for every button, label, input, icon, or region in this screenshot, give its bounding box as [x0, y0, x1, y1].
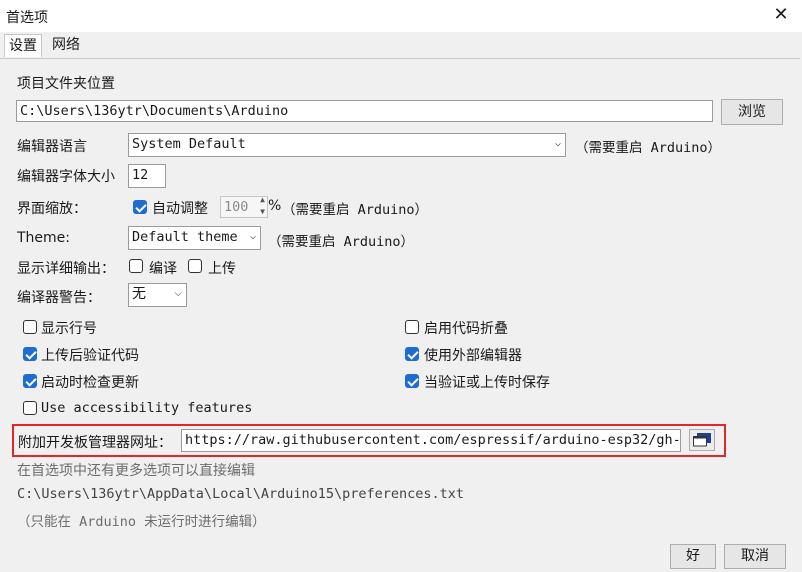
browse-button[interactable]: 浏览 [721, 99, 783, 125]
verbose-upload-checkbox[interactable] [188, 259, 202, 273]
more-preferences-text: 在首选项中还有更多选项可以直接编辑 [17, 463, 255, 479]
preferences-path-text: C:\Users\136ytr\AppData\Local\Arduino15\… [17, 486, 465, 502]
sketchbook-path-input[interactable]: C:\Users\136ytr\Documents\Arduino [16, 100, 713, 122]
save-on-verify-checkbox[interactable] [405, 374, 419, 388]
accessibility-label: Use accessibility features [41, 400, 253, 416]
ok-button[interactable]: 好 [670, 544, 716, 569]
scale-percent-input[interactable]: 100 ▲ ▼ [220, 196, 268, 218]
theme-note: （需要重启 Arduino） [268, 234, 415, 250]
tab-network[interactable]: 网络 [48, 34, 84, 56]
chevron-down-icon: ⌵ [554, 138, 561, 149]
external-editor-label: 使用外部编辑器 [424, 348, 522, 364]
spinner-arrows-icon[interactable]: ▲ ▼ [260, 197, 265, 217]
verbose-upload-label: 上传 [208, 261, 236, 277]
show-line-numbers-label: 显示行号 [41, 321, 97, 337]
edit-note-text: （只能在 Arduino 未运行时进行编辑） [17, 514, 266, 530]
compiler-warnings-value: 无 [132, 286, 146, 302]
font-size-input[interactable]: 12 [128, 164, 166, 188]
scale-percent-value: 100 [224, 199, 249, 215]
editor-language-select[interactable]: System Default ⌵ [128, 133, 566, 157]
verify-after-upload-checkbox[interactable] [23, 347, 37, 361]
verify-after-upload-label: 上传后验证代码 [41, 348, 139, 364]
window-icon[interactable] [689, 429, 715, 451]
scale-unit: % [268, 198, 282, 214]
code-folding-label: 启用代码折叠 [424, 321, 508, 337]
board-urls-label: 附加开发板管理器网址： [18, 435, 172, 451]
show-line-numbers-checkbox[interactable] [23, 320, 37, 334]
chevron-down-icon: ⌵ [174, 288, 182, 299]
check-updates-checkbox[interactable] [23, 374, 37, 388]
dialog-footer: 好 取消 [0, 538, 802, 572]
editor-language-label: 编辑器语言 [17, 139, 87, 155]
window-title: 首选项 [6, 10, 48, 26]
check-updates-label: 启动时检查更新 [41, 375, 139, 391]
theme-select[interactable]: Default theme ⌵ [128, 226, 261, 250]
title-bar: 首选项 ✕ [0, 0, 802, 32]
chevron-down-icon: ⌵ [249, 231, 256, 242]
board-urls-input[interactable]: https://raw.githubusercontent.com/espres… [181, 429, 681, 452]
code-folding-checkbox[interactable] [405, 320, 419, 334]
tab-bar: 设置 网络 [0, 32, 802, 58]
compiler-warnings-select[interactable]: 无 ⌵ [128, 283, 187, 307]
verbose-label: 显示详细输出： [17, 261, 115, 277]
cancel-button[interactable]: 取消 [724, 544, 786, 569]
theme-value: Default theme [132, 229, 238, 245]
font-size-label: 编辑器字体大小 [17, 169, 115, 185]
accessibility-checkbox[interactable] [23, 401, 37, 415]
interface-scale-note: （需要重启 Arduino） [282, 202, 429, 218]
save-on-verify-label: 当验证或上传时保存 [424, 375, 550, 391]
interface-scale-label: 界面缩放： [17, 201, 87, 217]
auto-scale-label: 自动调整 [152, 201, 208, 217]
editor-language-note: （需要重启 Arduino） [575, 140, 722, 156]
verbose-compile-label: 编译 [149, 261, 177, 277]
close-icon[interactable]: ✕ [770, 4, 792, 26]
theme-label: Theme: [17, 230, 71, 246]
editor-language-value: System Default [132, 136, 246, 152]
compiler-warnings-label: 编译器警告： [17, 290, 101, 306]
external-editor-checkbox[interactable] [405, 347, 419, 361]
tab-settings[interactable]: 设置 [4, 34, 42, 57]
sketchbook-label: 项目文件夹位置 [17, 76, 115, 92]
auto-scale-checkbox[interactable] [133, 200, 147, 214]
verbose-compile-checkbox[interactable] [129, 259, 143, 273]
